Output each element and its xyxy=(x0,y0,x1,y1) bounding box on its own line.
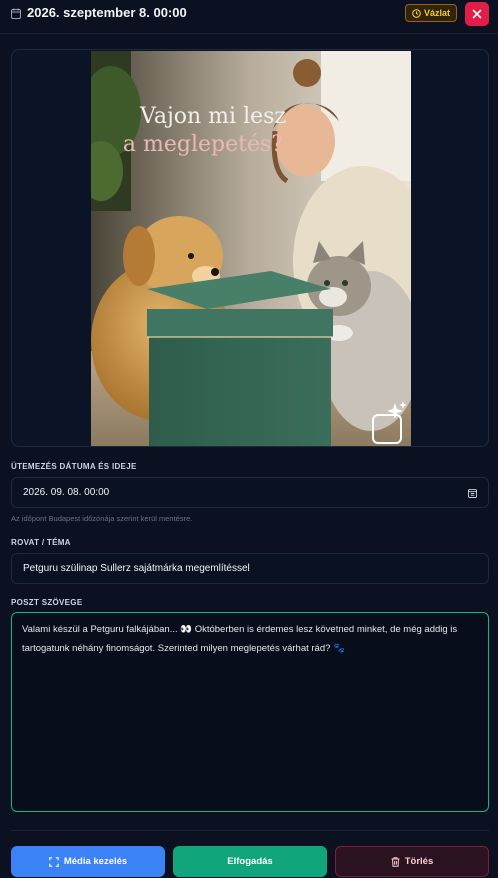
status-badge: Vázlat xyxy=(405,4,457,22)
schedule-value: 2026. 09. 08. 00:00 xyxy=(23,487,110,498)
delete-label: Törlés xyxy=(404,856,434,867)
status-badge-label: Vázlat xyxy=(423,8,450,18)
post-image: Vajon mi lesz a meglepetés? xyxy=(91,51,411,446)
close-button[interactable] xyxy=(465,2,489,26)
trash-icon xyxy=(391,856,400,867)
topic-input[interactable]: Petguru szülinap Sullerz sajátmárka mege… xyxy=(11,553,489,584)
calendar-icon xyxy=(11,8,21,19)
divider xyxy=(11,830,489,831)
header-bar: 2026. szeptember 8. 00:00 Vázlat xyxy=(0,0,498,34)
clock-icon xyxy=(412,8,421,18)
page-title: 2026. szeptember 8. 00:00 xyxy=(27,5,187,20)
expand-icon xyxy=(49,856,59,867)
media-preview[interactable]: Vajon mi lesz a meglepetés? xyxy=(11,49,489,447)
accept-button[interactable]: Elfogadás xyxy=(173,846,327,877)
post-text-area[interactable]: Valami készül a Petguru falkájában... 👀 … xyxy=(11,612,489,812)
calendar-icon[interactable] xyxy=(468,488,477,498)
media-manage-label: Média kezelés xyxy=(63,856,128,867)
accept-label: Elfogadás xyxy=(227,856,273,867)
overlay-line-1: Vajon mi lesz xyxy=(139,104,286,129)
close-icon xyxy=(472,9,482,19)
timezone-hint: Az időpont Budapest időzónája szerint ke… xyxy=(11,514,193,523)
schedule-label: ÜTEMEZÉS DÁTUMA ÉS IDEJE xyxy=(11,462,137,471)
topic-value: Petguru szülinap Sullerz sajátmárka mege… xyxy=(23,563,250,574)
topic-label: ROVAT / TÉMA xyxy=(11,538,71,547)
overlay-line-2: a meglepetés? xyxy=(123,132,283,157)
media-manage-button[interactable]: Média kezelés xyxy=(11,846,165,877)
delete-button[interactable]: Törlés xyxy=(335,846,489,877)
post-text-label: POSZT SZÖVEGE xyxy=(11,598,83,607)
schedule-datetime-input[interactable]: 2026. 09. 08. 00:00 xyxy=(11,477,489,508)
